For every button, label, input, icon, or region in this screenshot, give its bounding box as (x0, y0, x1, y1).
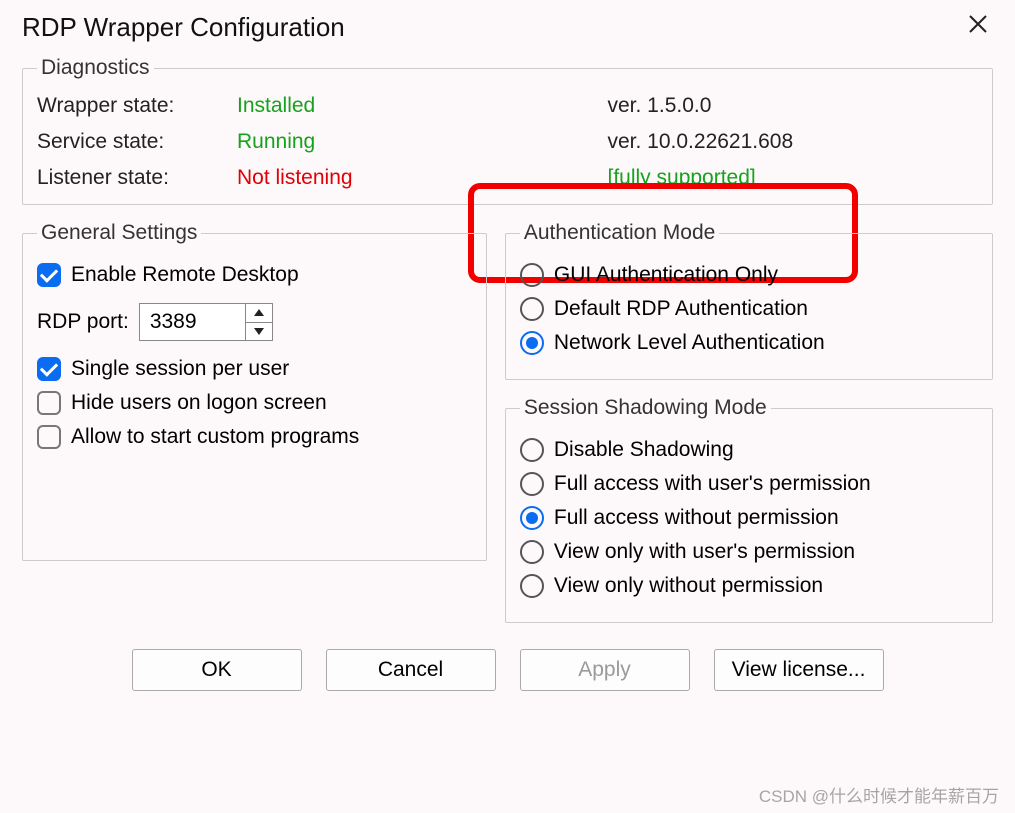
diagnostics-group: Diagnostics Wrapper state: Installed ver… (22, 56, 993, 205)
spinner-down-button[interactable] (246, 323, 272, 341)
button-row: OK Cancel Apply View license... (22, 649, 993, 691)
auth-nla-label: Network Level Authentication (554, 331, 825, 355)
spinner-up-button[interactable] (246, 304, 272, 323)
shadow-disable-label: Disable Shadowing (554, 438, 734, 462)
listener-state-value: Not listening (237, 166, 608, 190)
shadow-view-noperm-label: View only without permission (554, 574, 823, 598)
wrapper-state-value: Installed (237, 94, 608, 118)
checkbox-checked-icon (37, 263, 61, 287)
shadow-view-noperm-radio[interactable]: View only without permission (520, 574, 978, 598)
rdp-port-value: 3389 (150, 310, 245, 334)
ok-button[interactable]: OK (132, 649, 302, 691)
service-state-label: Service state: (37, 130, 237, 154)
general-legend: General Settings (37, 221, 201, 245)
checkbox-unchecked-icon (37, 391, 61, 415)
watermark-text: CSDN @什么时候才能年薪百万 (759, 782, 999, 807)
cancel-button[interactable]: Cancel (326, 649, 496, 691)
listener-support: [fully supported] (608, 166, 979, 190)
rdp-port-input[interactable]: 3389 (139, 303, 273, 341)
shadow-full-noperm-label: Full access without permission (554, 506, 839, 530)
wrapper-state-label: Wrapper state: (37, 94, 237, 118)
auth-default-radio[interactable]: Default RDP Authentication (520, 297, 978, 321)
shadow-full-noperm-radio[interactable]: Full access without permission (520, 506, 978, 530)
rdp-port-label: RDP port: (37, 310, 129, 334)
auth-default-label: Default RDP Authentication (554, 297, 808, 321)
hide-users-checkbox[interactable]: Hide users on logon screen (37, 391, 472, 415)
titlebar: RDP Wrapper Configuration (0, 0, 1015, 56)
shadow-view-perm-label: View only with user's permission (554, 540, 855, 564)
auth-legend: Authentication Mode (520, 221, 719, 245)
allow-custom-checkbox[interactable]: Allow to start custom programs (37, 425, 472, 449)
diagnostics-legend: Diagnostics (37, 56, 154, 80)
service-state-value: Running (237, 130, 608, 154)
radio-unselected-icon (520, 263, 544, 287)
radio-unselected-icon (520, 297, 544, 321)
checkbox-checked-icon (37, 357, 61, 381)
window-title: RDP Wrapper Configuration (22, 12, 345, 43)
single-session-checkbox[interactable]: Single session per user (37, 357, 472, 381)
service-version: ver. 10.0.22621.608 (608, 130, 979, 154)
radio-unselected-icon (520, 540, 544, 564)
hide-users-label: Hide users on logon screen (71, 391, 327, 415)
auth-mode-group: Authentication Mode GUI Authentication O… (505, 221, 993, 380)
radio-unselected-icon (520, 472, 544, 496)
view-license-button[interactable]: View license... (714, 649, 884, 691)
shadow-legend: Session Shadowing Mode (520, 396, 771, 420)
allow-custom-label: Allow to start custom programs (71, 425, 359, 449)
radio-unselected-icon (520, 438, 544, 462)
enable-remote-desktop-checkbox[interactable]: Enable Remote Desktop (37, 263, 472, 287)
apply-button[interactable]: Apply (520, 649, 690, 691)
radio-unselected-icon (520, 574, 544, 598)
triangle-up-icon (254, 309, 264, 316)
auth-gui-label: GUI Authentication Only (554, 263, 778, 287)
enable-rdp-label: Enable Remote Desktop (71, 263, 299, 287)
auth-gui-radio[interactable]: GUI Authentication Only (520, 263, 978, 287)
radio-selected-icon (520, 506, 544, 530)
radio-selected-icon (520, 331, 544, 355)
shadow-mode-group: Session Shadowing Mode Disable Shadowing… (505, 396, 993, 623)
listener-state-label: Listener state: (37, 166, 237, 190)
auth-nla-radio[interactable]: Network Level Authentication (520, 331, 978, 355)
triangle-down-icon (254, 328, 264, 335)
shadow-full-perm-radio[interactable]: Full access with user's permission (520, 472, 978, 496)
checkbox-unchecked-icon (37, 425, 61, 449)
shadow-view-perm-radio[interactable]: View only with user's permission (520, 540, 978, 564)
wrapper-version: ver. 1.5.0.0 (608, 94, 979, 118)
shadow-full-perm-label: Full access with user's permission (554, 472, 871, 496)
shadow-disable-radio[interactable]: Disable Shadowing (520, 438, 978, 462)
close-icon[interactable] (963, 13, 993, 41)
single-session-label: Single session per user (71, 357, 289, 381)
general-settings-group: General Settings Enable Remote Desktop R… (22, 221, 487, 561)
